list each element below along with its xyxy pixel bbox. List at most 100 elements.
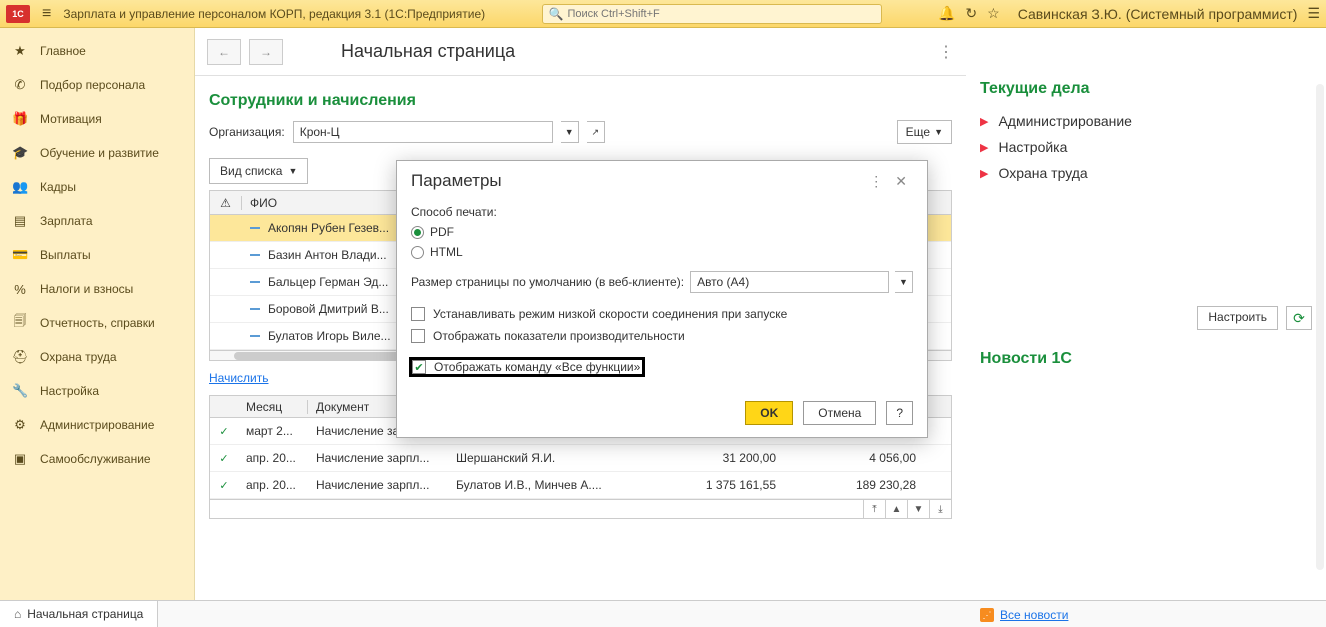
sidebar-item-label: Кадры <box>40 180 76 194</box>
checkbox-icon <box>411 307 425 321</box>
panel-toggle-icon[interactable]: ☰ <box>1307 5 1320 22</box>
pagesize-dropdown-button[interactable]: ▼ <box>895 271 913 293</box>
refresh-button[interactable]: ⟳ <box>1286 306 1312 330</box>
search-input[interactable] <box>567 8 874 20</box>
grid-down-button[interactable]: ▼ <box>907 500 929 518</box>
sidebar-item-payments[interactable]: 💳Выплаты <box>0 238 194 272</box>
radio-pdf[interactable]: PDF <box>411 225 913 239</box>
rss-icon: ⋰ <box>980 608 994 622</box>
parameters-dialog: Параметры ⋮ ✕ Способ печати: PDF HTML Ра… <box>396 160 928 438</box>
month-header[interactable]: Месяц <box>238 400 308 414</box>
main-menu-icon[interactable]: ≡ <box>34 5 59 23</box>
sidebar-item-reports[interactable]: 🗐Отчетность, справки <box>0 306 194 340</box>
nav-back-button[interactable]: ← <box>207 39 241 65</box>
configure-button[interactable]: Настроить <box>1197 306 1278 330</box>
vertical-scrollbar[interactable] <box>1316 84 1324 570</box>
employee-name: Акопян Рубен Гезев... <box>268 221 389 235</box>
help-button[interactable]: ? <box>886 401 913 425</box>
posted-doc-icon: ✓ <box>210 425 238 438</box>
table-row[interactable]: ✓апр. 20...Начисление зарпл...Булатов И.… <box>210 472 951 499</box>
item-icon <box>250 227 260 229</box>
accrue-link[interactable]: Начислить <box>209 371 268 385</box>
phone-icon: ✆ <box>12 77 28 93</box>
nav-forward-button[interactable]: → <box>249 39 283 65</box>
sidebar-item-salary[interactable]: ▤ Зарплата <box>0 204 194 238</box>
sidebar-item-safety[interactable]: ⛑ Охрана труда <box>0 340 194 374</box>
sidebar-item-recruit[interactable]: ✆ Подбор персонала <box>0 68 194 102</box>
chevron-down-icon: ▼ <box>288 166 297 176</box>
ok-button[interactable]: OK <box>745 401 793 425</box>
grid-icon: ▣ <box>12 451 28 467</box>
more-button[interactable]: Еще▼ <box>897 120 952 144</box>
task-safety[interactable]: ▶Охрана труда <box>980 160 1312 186</box>
sidebar-item-label: Подбор персонала <box>40 78 145 92</box>
sidebar-item-hr[interactable]: 👥 Кадры <box>0 170 194 204</box>
list-icon: ▤ <box>12 213 28 229</box>
sidebar-item-selfservice[interactable]: ▣ Самообслуживание <box>0 442 194 476</box>
sidebar-item-label: Самообслуживание <box>40 452 151 466</box>
employee-name: Базин Антон Влади... <box>268 248 387 262</box>
pagesize-label: Размер страницы по умолчанию (в веб-клие… <box>411 275 684 289</box>
checkbox-all-functions[interactable]: ✔Отображать команду «Все функции» <box>411 359 643 375</box>
org-dropdown-button[interactable]: ▼ <box>561 121 579 143</box>
dialog-title: Параметры <box>411 171 502 191</box>
checkbox-icon <box>411 329 425 343</box>
checkbox-lowspeed[interactable]: Устанавливать режим низкой скорости соед… <box>411 307 913 321</box>
sidebar-item-label: Охрана труда <box>40 350 117 364</box>
grid-last-button[interactable]: ⤓ <box>929 500 951 518</box>
topbar: 1C ≡ Зарплата и управление персоналом КО… <box>0 0 1326 28</box>
report-icon: 🗐 <box>12 312 28 334</box>
dialog-menu-icon[interactable]: ⋮ <box>863 173 889 190</box>
employee-name: Боровой Дмитрий В... <box>268 302 389 316</box>
bell-icon[interactable]: 🔔 <box>938 5 955 22</box>
grid-first-button[interactable]: ⤒ <box>863 500 885 518</box>
list-mode-button[interactable]: Вид списка▼ <box>209 158 308 184</box>
print-method-label: Способ печати: <box>411 205 913 219</box>
wrench-icon: 🔧 <box>12 383 28 399</box>
page-header: ← → Начальная страница ⋮ <box>195 28 966 76</box>
home-icon: ⌂ <box>14 607 21 621</box>
org-open-button[interactable]: ↗ <box>587 121 605 143</box>
sidebar-item-motivation[interactable]: 🎁Мотивация <box>0 102 194 136</box>
item-icon <box>250 281 260 283</box>
sidebar-item-education[interactable]: 🎓 Обучение и развитие <box>0 136 194 170</box>
user-label[interactable]: Савинская З.Ю. (Системный программист) <box>1018 6 1298 22</box>
org-label: Организация: <box>209 125 285 139</box>
checkbox-performance[interactable]: Отображать показатели производительности <box>411 329 913 343</box>
sidebar-item-label: Зарплата <box>40 214 93 228</box>
star-icon: ★ <box>12 43 28 59</box>
helmet-icon: ⛑ <box>12 349 28 365</box>
news-title: Новости 1С <box>980 350 1312 368</box>
sidebar-item-settings[interactable]: 🔧Настройка <box>0 374 194 408</box>
grid-up-button[interactable]: ▲ <box>885 500 907 518</box>
history-icon[interactable]: ↻ <box>965 5 977 22</box>
graduation-icon: 🎓 <box>12 145 28 161</box>
tab-label: Начальная страница <box>27 607 143 621</box>
sidebar-item-label: Налоги и взносы <box>40 282 133 296</box>
close-icon[interactable]: ✕ <box>889 173 913 190</box>
org-select[interactable]: Крон-Ц <box>293 121 553 143</box>
radio-html[interactable]: HTML <box>411 245 913 259</box>
sidebar-item-admin[interactable]: ⚙Администрирование <box>0 408 194 442</box>
arrow-right-icon: ▶ <box>980 141 988 154</box>
sidebar-item-label: Мотивация <box>40 112 102 126</box>
people-icon: 👥 <box>12 179 28 195</box>
global-search[interactable]: 🔍 <box>542 4 882 24</box>
cancel-button[interactable]: Отмена <box>803 401 876 425</box>
checkbox-checked-icon: ✔ <box>412 360 426 374</box>
sidebar-item-label: Обучение и развитие <box>40 146 159 160</box>
tab-homepage[interactable]: ⌂ Начальная страница <box>0 601 158 627</box>
page-menu-icon[interactable]: ⋮ <box>938 42 954 62</box>
task-settings[interactable]: ▶Настройка <box>980 134 1312 160</box>
sidebar-item-label: Выплаты <box>40 248 91 262</box>
item-icon <box>250 308 260 310</box>
pagesize-select[interactable]: Авто (А4) <box>690 271 889 293</box>
table-row[interactable]: ✓апр. 20...Начисление зарпл...Шершанский… <box>210 445 951 472</box>
sidebar-item-main[interactable]: ★ Главное <box>0 34 194 68</box>
all-news-link[interactable]: Все новости <box>1000 608 1068 622</box>
percent-icon: % <box>12 282 28 297</box>
sidebar-item-label: Главное <box>40 44 86 58</box>
sidebar-item-taxes[interactable]: % Налоги и взносы <box>0 272 194 306</box>
star-icon[interactable]: ☆ <box>987 5 1000 22</box>
task-admin[interactable]: ▶Администрирование <box>980 108 1312 134</box>
